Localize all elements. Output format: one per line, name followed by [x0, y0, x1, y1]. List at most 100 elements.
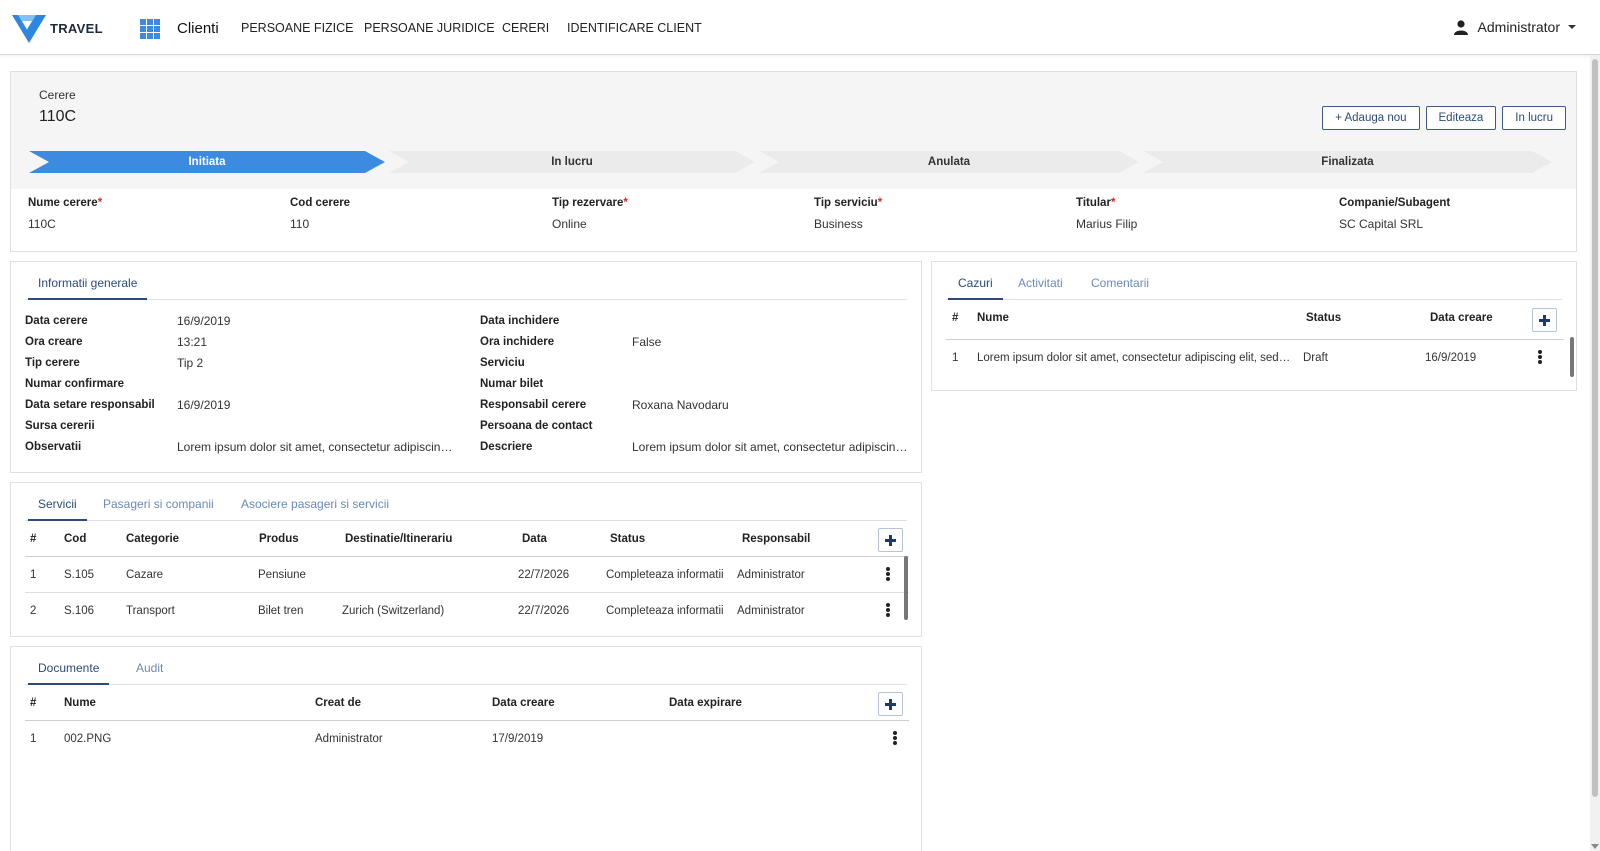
request-header-card: Cerere 110C + Adauga nou Editeaza In luc…	[10, 71, 1577, 252]
documents-card: Documente Audit # Nume Creat de Data cre…	[10, 646, 922, 851]
tab-cazuri[interactable]: Cazuri	[948, 276, 1003, 300]
nav-link-identificare-client[interactable]: IDENTIFICARE CLIENT	[567, 21, 702, 35]
tab-asociere-pasageri-si-servicii[interactable]: Asociere pasageri si servicii	[241, 497, 389, 519]
field-value: Business	[814, 217, 863, 231]
col-status: Status	[610, 533, 646, 545]
tab-documente[interactable]: Documente	[28, 661, 110, 685]
add-case-button[interactable]	[1532, 308, 1557, 332]
field-companie-subagent: Companie/Subagent SC Capital SRL	[1339, 197, 1450, 231]
info-descriere: Descriere	[480, 441, 533, 453]
service-date: 22/7/2026	[518, 605, 570, 617]
info-descriere-value: Lorem ipsum dolor sit amet, consectetur …	[632, 440, 908, 454]
apps-grid-icon[interactable]	[140, 19, 160, 39]
user-menu[interactable]: Administrator	[1453, 19, 1576, 35]
tab-pasageri-si-companii[interactable]: Pasageri si companii	[103, 497, 214, 519]
tab-informatii-generale[interactable]: Informatii generale	[28, 276, 148, 300]
request-title: 110C	[39, 108, 77, 125]
field-nume-cerere: Nume cerere* 110C	[28, 197, 102, 231]
info-ora-inchidere-value: False	[632, 335, 662, 349]
col-data: Data	[522, 533, 547, 545]
more-options-icon[interactable]	[886, 603, 890, 617]
info-responsabil-cerere-value: Roxana Navodaru	[632, 398, 729, 412]
field-label: Tip serviciu	[814, 197, 878, 209]
documents-tabs: Documente Audit	[25, 647, 907, 685]
chevron-down-icon	[1568, 25, 1576, 29]
plus-icon	[1539, 314, 1550, 326]
nav-brand-clienti[interactable]: Clienti	[177, 20, 219, 37]
info-data-cerere-value: 16/9/2019	[177, 314, 231, 328]
service-code[interactable]: S.105	[64, 569, 94, 581]
step-finalizata[interactable]: Finalizata	[1143, 151, 1552, 173]
add-service-button[interactable]	[878, 528, 903, 552]
step-anulata[interactable]: Anulata	[759, 151, 1139, 173]
services-scrollbar[interactable]	[904, 556, 908, 620]
service-product: Bilet tren	[258, 605, 304, 617]
tab-audit[interactable]: Audit	[136, 661, 163, 683]
header-actions: + Adauga nou Editeaza In lucru	[1322, 106, 1566, 130]
service-category: Transport	[126, 605, 175, 617]
more-options-icon[interactable]	[1538, 350, 1542, 364]
nav-link-persoane-fizice[interactable]: PERSOANE FIZICE	[241, 21, 354, 35]
case-date: 16/9/2019	[1425, 352, 1477, 364]
user-icon	[1453, 19, 1468, 35]
field-value: 110C	[28, 217, 56, 231]
tab-comentarii[interactable]: Comentarii	[1091, 276, 1149, 298]
user-name: Administrator	[1477, 19, 1560, 35]
service-product: Pensiune	[258, 569, 306, 581]
service-status: Completeaza informatii	[606, 605, 724, 617]
case-name[interactable]: Lorem ipsum dolor sit amet, consectetur …	[977, 352, 1291, 364]
add-document-button[interactable]	[878, 692, 903, 716]
page-scrollbar[interactable]	[1590, 55, 1600, 851]
info-observatii-value: Lorem ipsum dolor sit amet, consectetur …	[177, 440, 453, 454]
nav-link-persoane-juridice[interactable]: PERSOANE JURIDICE	[364, 21, 495, 35]
edit-button[interactable]: Editeaza	[1425, 106, 1497, 130]
logo-icon	[12, 15, 46, 43]
col-nume: Nume	[64, 697, 96, 709]
tab-activitati[interactable]: Activitati	[1018, 276, 1063, 298]
required-mark: *	[97, 197, 103, 209]
col-nume: Nume	[977, 312, 1009, 324]
tab-servicii[interactable]: Servicii	[28, 497, 87, 521]
scrollbar-thumb[interactable]	[1592, 59, 1598, 797]
info-data-setare-responsabil: Data setare responsabil	[25, 399, 155, 411]
service-code[interactable]: S.106	[64, 605, 94, 617]
status-stepper: Initiata In lucru Anulata Finalizata	[29, 151, 1574, 173]
service-owner: Administrator	[737, 569, 805, 581]
travel-logo[interactable]: TRAVEL	[12, 13, 103, 43]
document-name[interactable]: 002.PNG	[64, 733, 111, 745]
nav-link-cereri[interactable]: CERERI	[502, 21, 549, 35]
step-initiata[interactable]: Initiata	[29, 151, 385, 173]
info-numar-confirmare: Numar confirmare	[25, 378, 125, 390]
in-progress-button[interactable]: In lucru	[1502, 106, 1566, 130]
col-responsabil: Responsabil	[742, 533, 811, 545]
col-categorie: Categorie	[126, 533, 180, 545]
info-numar-bilet: Numar bilet	[480, 378, 544, 390]
cases-scrollbar[interactable]	[1570, 337, 1574, 377]
field-value: Marius Filip	[1076, 217, 1138, 231]
service-destination: Zurich (Switzerland)	[342, 605, 445, 617]
field-label: Tip rezervare	[552, 197, 624, 209]
field-titular: Titular* Marius Filip	[1076, 197, 1137, 231]
info-responsabil-cerere: Responsabil cerere	[480, 399, 587, 411]
table-row-num: 2	[30, 605, 37, 617]
field-value: Online	[552, 217, 587, 231]
plus-icon	[885, 698, 896, 710]
general-info-card: Informatii generale Data cerere 16/9/201…	[10, 261, 922, 473]
logo-text: TRAVEL	[50, 20, 103, 36]
table-row-num: 1	[30, 733, 37, 745]
info-data-cerere: Data cerere	[25, 315, 88, 327]
field-label: Companie/Subagent	[1339, 197, 1451, 209]
col-creat-de: Creat de	[315, 697, 362, 709]
table-row-num: 1	[952, 352, 959, 364]
add-new-button[interactable]: + Adauga nou	[1322, 106, 1420, 130]
col-produs: Produs	[259, 533, 299, 545]
services-card: Servicii Pasageri si companii Asociere p…	[10, 482, 922, 637]
more-options-icon[interactable]	[886, 567, 890, 581]
step-in-lucru[interactable]: In lucru	[389, 151, 755, 173]
col-num: #	[30, 533, 37, 545]
info-observatii: Observatii	[25, 441, 82, 453]
col-data-creare: Data creare	[492, 697, 555, 709]
more-options-icon[interactable]	[893, 731, 897, 745]
scroll-down-icon[interactable]	[1591, 844, 1599, 849]
required-mark: *	[1110, 197, 1116, 209]
